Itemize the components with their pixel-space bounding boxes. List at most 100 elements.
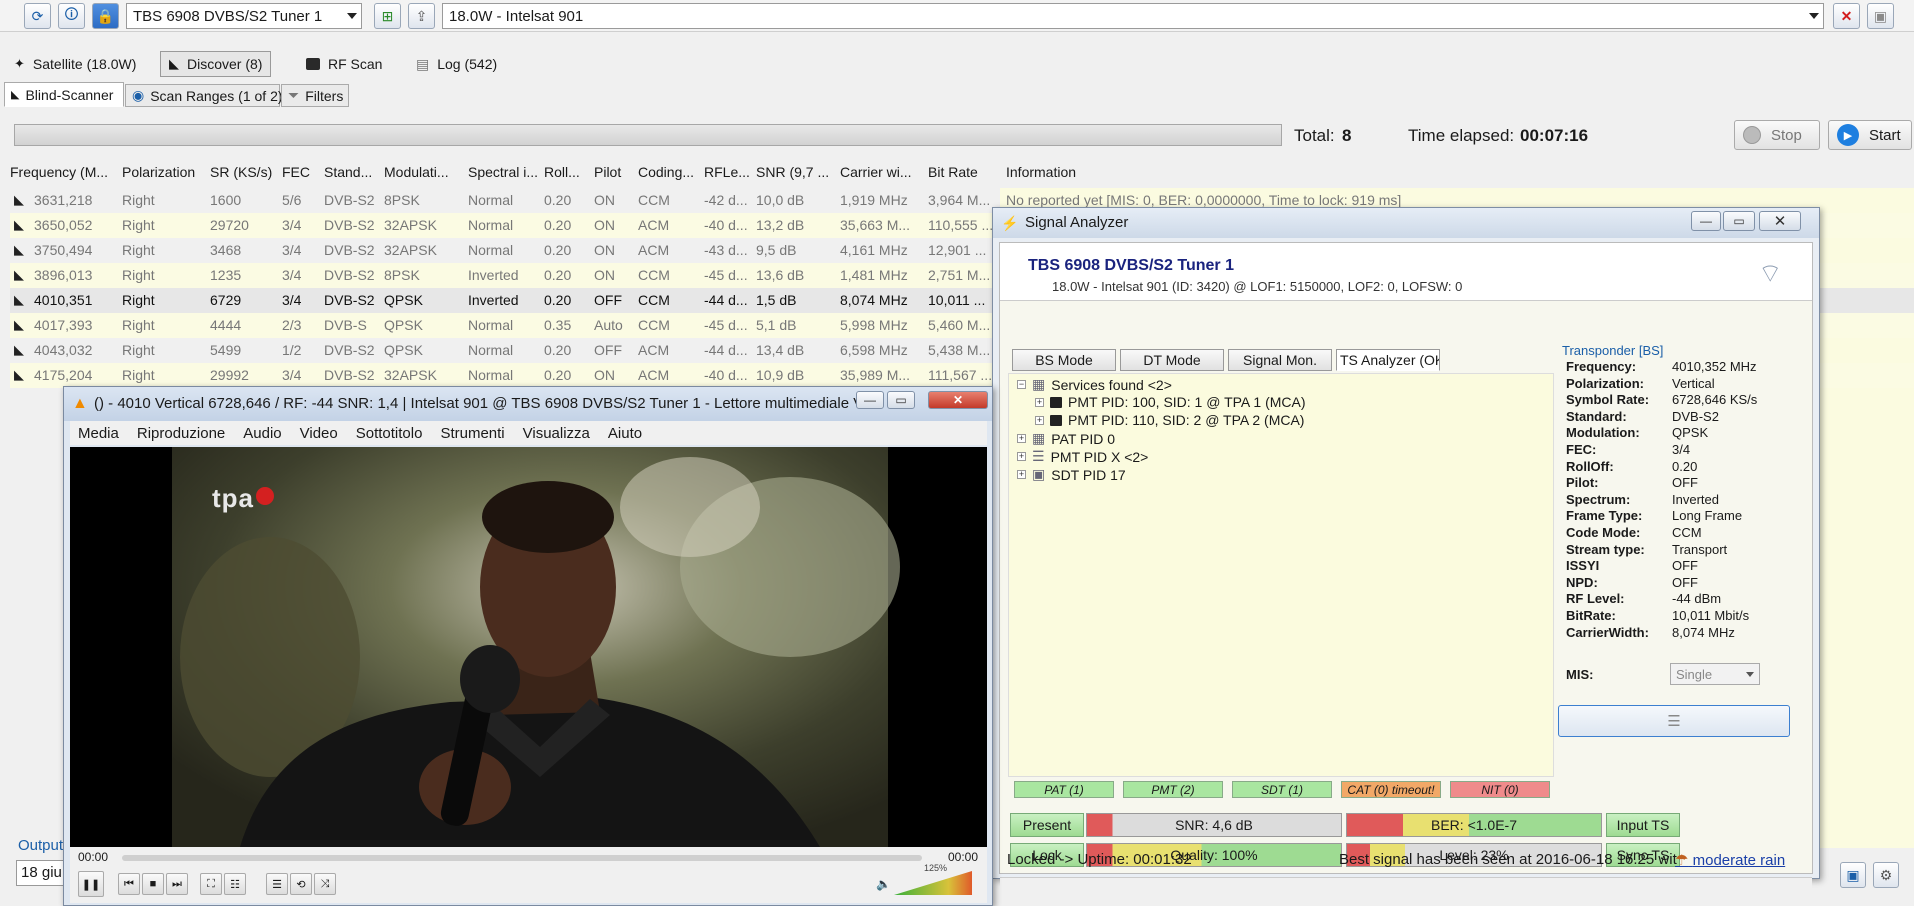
- tree-node[interactable]: + ▣ SDT PID 17: [1017, 466, 1126, 483]
- antenna-icon: ⚡: [1001, 215, 1019, 231]
- table-cell: Right: [122, 317, 155, 333]
- weather-link[interactable]: ☂ moderate rain: [1675, 851, 1785, 869]
- extended-settings-icon[interactable]: ☷: [224, 873, 246, 895]
- column-header[interactable]: Roll...: [544, 164, 590, 180]
- vlc-menu-item[interactable]: Visualizza: [523, 425, 590, 442]
- tree-node[interactable]: + ☰ PMT PID X <2>: [1017, 448, 1148, 465]
- mis-select[interactable]: Single: [1670, 663, 1760, 685]
- column-header[interactable]: Polarization: [122, 164, 206, 180]
- expand-icon[interactable]: +: [1035, 397, 1044, 407]
- transponder-icon: ◣: [14, 342, 24, 357]
- refresh-icon[interactable]: ⟳: [24, 3, 51, 29]
- expand-icon[interactable]: +: [1017, 452, 1026, 461]
- previous-icon[interactable]: ⏮: [118, 873, 140, 895]
- vlc-menu-item[interactable]: Sottotitolo: [356, 425, 423, 442]
- tab-ts-analyzer[interactable]: TS Analyzer (OK: [1336, 349, 1440, 371]
- playlist-icon[interactable]: ☰: [266, 873, 288, 895]
- vlc-menu-item[interactable]: Audio: [243, 425, 281, 442]
- tab-blind-scanner[interactable]: ◣ Blind-Scanner: [4, 82, 124, 107]
- present-button[interactable]: Present: [1010, 813, 1084, 837]
- vlc-menu-item[interactable]: Media: [78, 425, 119, 442]
- tree-node-label: SDT PID 17: [1051, 466, 1126, 483]
- stop-playback-icon[interactable]: ■: [142, 873, 164, 895]
- tab-scan-ranges[interactable]: ◉ Scan Ranges (1 of 2): [125, 84, 283, 107]
- table-cell: 3631,218: [34, 192, 93, 208]
- column-header[interactable]: SR (KS/s): [210, 164, 278, 180]
- stop-button[interactable]: Stop: [1734, 120, 1820, 150]
- column-header[interactable]: Information: [1006, 164, 1906, 180]
- expand-icon[interactable]: +: [1017, 434, 1026, 443]
- column-header[interactable]: Carrier wi...: [840, 164, 924, 180]
- tuner-select[interactable]: TBS 6908 DVBS/S2 Tuner 1: [126, 3, 362, 29]
- volume-icon[interactable]: 🔈: [876, 877, 891, 891]
- minimize-icon[interactable]: —: [1691, 211, 1721, 231]
- tab-signal-mon[interactable]: Signal Mon.: [1228, 349, 1332, 371]
- column-header[interactable]: Coding...: [638, 164, 700, 180]
- volume-slider[interactable]: [894, 871, 972, 895]
- collapse-icon[interactable]: −: [1017, 380, 1026, 389]
- expand-icon[interactable]: +: [1017, 470, 1026, 479]
- vlc-menu-item[interactable]: Video: [300, 425, 338, 442]
- tab-bs-mode[interactable]: BS Mode: [1012, 349, 1116, 371]
- tree-node[interactable]: + PMT PID: 110, SID: 2 @ TPA 2 (MCA): [1035, 412, 1304, 428]
- field-label: Pilot:: [1566, 475, 1599, 491]
- add-icon[interactable]: ⊞: [374, 3, 401, 29]
- tab-dt-mode[interactable]: DT Mode: [1120, 349, 1224, 371]
- column-header[interactable]: Spectral i...: [468, 164, 540, 180]
- save-icon[interactable]: ▣: [1867, 3, 1894, 29]
- table-cell: 0.20: [544, 342, 572, 358]
- tree-node-label: Services found <2>: [1051, 376, 1172, 393]
- tab-satellite[interactable]: ✦ Satellite (18.0W): [14, 51, 136, 77]
- table-cell: CCM: [638, 317, 670, 333]
- shuffle-icon[interactable]: ⤨: [314, 873, 336, 895]
- column-header[interactable]: Frequency (M...: [10, 164, 118, 180]
- start-button[interactable]: ▶ Start: [1828, 120, 1912, 150]
- column-header[interactable]: FEC: [282, 164, 320, 180]
- expand-icon[interactable]: +: [1035, 415, 1044, 425]
- export-icon[interactable]: ⇪: [408, 3, 435, 29]
- tab-rf-scan[interactable]: RF Scan: [306, 51, 382, 77]
- settings-icon[interactable]: ⚙: [1873, 862, 1899, 888]
- table-cell: Normal: [468, 217, 514, 233]
- vlc-close-icon[interactable]: ✕: [928, 391, 988, 409]
- column-header[interactable]: Modulati...: [384, 164, 464, 180]
- table-cell: -43 d...: [704, 242, 748, 258]
- tree-node[interactable]: − ▦ Services found <2>: [1017, 376, 1172, 393]
- info-icon[interactable]: 🛈: [58, 3, 85, 29]
- fullscreen-icon[interactable]: ⛶: [200, 873, 222, 895]
- maximize-icon[interactable]: ▭: [1723, 211, 1755, 231]
- loop-icon[interactable]: ⟲: [290, 873, 312, 895]
- column-header[interactable]: RFLe...: [704, 164, 752, 180]
- vlc-menu-item[interactable]: Aiuto: [608, 425, 642, 442]
- tab-discover[interactable]: ◣ Discover (8): [160, 51, 272, 77]
- video-frame[interactable]: tpa: [70, 447, 987, 847]
- output-date[interactable]: 18 giu: [16, 860, 68, 886]
- tree-node[interactable]: + PMT PID: 100, SID: 1 @ TPA 1 (MCA): [1035, 394, 1306, 410]
- vlc-menu-item[interactable]: Strumenti: [440, 425, 504, 442]
- field-label: Spectrum:: [1566, 491, 1631, 507]
- tree-node[interactable]: + ▦ PAT PID 0: [1017, 430, 1115, 447]
- column-header[interactable]: Stand...: [324, 164, 380, 180]
- table-cell: DVB-S2: [324, 267, 375, 283]
- field-label: FEC:: [1566, 442, 1597, 457]
- input-ts-button[interactable]: Input TS: [1606, 813, 1680, 837]
- lock-icon[interactable]: 🔒: [92, 3, 119, 29]
- vlc-maximize-icon[interactable]: ▭: [887, 391, 915, 409]
- column-header[interactable]: SNR (9,7 ...: [756, 164, 836, 180]
- pause-icon[interactable]: ❚❚: [78, 871, 104, 897]
- next-icon[interactable]: ⏭: [166, 873, 188, 895]
- column-header[interactable]: Pilot: [594, 164, 634, 180]
- close-window-icon[interactable]: ✕: [1759, 211, 1801, 231]
- save-log-icon[interactable]: ▣: [1840, 862, 1866, 888]
- field-value: 4010,352 MHz: [1672, 359, 1757, 374]
- expand-button[interactable]: ☰: [1558, 705, 1790, 737]
- close-icon[interactable]: ✕: [1833, 3, 1860, 29]
- vlc-minimize-icon[interactable]: —: [856, 391, 884, 409]
- vlc-menu-item[interactable]: Riproduzione: [137, 425, 225, 442]
- tab-log[interactable]: ▤ Log (542): [416, 51, 497, 77]
- seek-bar[interactable]: [122, 855, 922, 861]
- column-header[interactable]: Bit Rate: [928, 164, 1002, 180]
- tab-filters[interactable]: ⏷ Filters: [281, 84, 349, 107]
- table-cell: -44 d...: [704, 342, 748, 358]
- satellite-select[interactable]: 18.0W - Intelsat 901: [442, 3, 1824, 29]
